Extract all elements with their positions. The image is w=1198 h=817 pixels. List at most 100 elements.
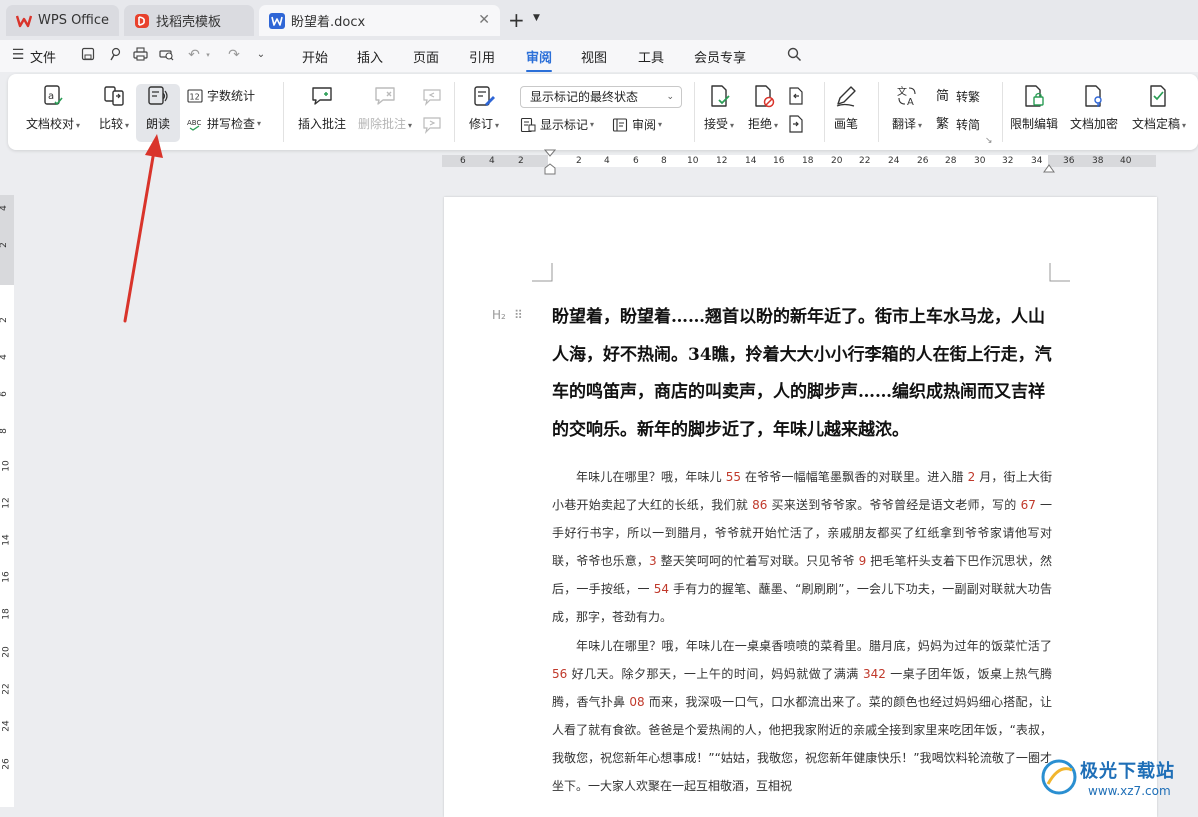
inline-number: 3 <box>649 554 657 568</box>
expand-dialog-icon[interactable]: ↘ <box>985 136 993 146</box>
finalize-button[interactable]: 文档定稿 ▾ <box>1128 84 1190 132</box>
simplified-icon: 繁 <box>936 116 950 132</box>
review-pane-button[interactable]: 审阅 ▾ <box>612 116 662 133</box>
ruler-tick: 10 <box>687 156 699 166</box>
hamburger-icon[interactable]: ☰ <box>10 47 26 63</box>
title-tab-bar: WPS Office 找稻壳模板 盼望着.docx ✕ + ▼ <box>0 0 1198 40</box>
menu-file[interactable]: 文件 <box>30 47 56 66</box>
ruler-tick: 18 <box>802 156 814 166</box>
menu-home[interactable]: 开始 <box>302 47 328 66</box>
ruler-tick: 6 <box>460 156 466 166</box>
ruler-tick: 2 <box>576 156 582 166</box>
reject-button[interactable]: 拒绝 ▾ <box>740 84 786 132</box>
ruler-tick: 16 <box>1 571 12 583</box>
previous-change-icon[interactable] <box>786 86 806 109</box>
menu-insert[interactable]: 插入 <box>357 47 383 66</box>
tab-label: 盼望着.docx <box>291 15 366 30</box>
paragraph-text: 好几天。除夕那天，一上午的时间，妈妈就做了满满 <box>567 667 863 681</box>
doc-check-icon: a <box>44 85 63 106</box>
print-icon[interactable] <box>132 47 148 63</box>
track-changes-button[interactable]: 修订 ▾ <box>460 84 508 132</box>
compare-button[interactable]: 比较 ▾ <box>94 84 134 132</box>
format-painter-icon[interactable] <box>107 47 123 63</box>
menu-review[interactable]: 审阅 <box>526 47 553 72</box>
menu-member[interactable]: 会员专享 <box>694 47 746 66</box>
delete-comment-button[interactable]: 删除批注 ▾ <box>354 84 416 132</box>
ruler-tick: 4 <box>604 156 610 166</box>
ruler-tick: 38 <box>1092 156 1104 166</box>
site-watermark: 极光下载站 www.xz7.com <box>1040 752 1198 807</box>
paragraph-text: 买来送到爷爷家。爷爷曾经是语文老师，写的 <box>767 498 1021 512</box>
document-page[interactable]: H₂ ⠿ 盼望着，盼望着……翘首以盼的新年近了。街市上车水马龙，人山人海，好不热… <box>444 197 1157 817</box>
to-simplified-button[interactable]: 繁 转简 <box>936 116 980 133</box>
ruler-tick: 12 <box>1 497 12 509</box>
show-markup-button[interactable]: 显示标记 ▾ <box>520 116 594 133</box>
reject-icon <box>755 85 775 108</box>
ink-button[interactable]: 画笔 <box>828 84 864 132</box>
translate-button[interactable]: 文A 翻译 ▾ <box>884 84 930 132</box>
crop-mark-top-right <box>1049 263 1070 282</box>
spell-check-button[interactable]: ABC 拼写检查 ▾ <box>187 115 261 132</box>
tab-docer-templates[interactable]: 找稻壳模板 <box>124 5 254 36</box>
drag-handle-icon[interactable]: ⠿ <box>514 308 523 322</box>
spell-check-icon: ABC <box>187 116 203 132</box>
restrict-edit-button[interactable]: 限制编辑 <box>1008 84 1060 132</box>
wps-logo-icon <box>16 13 32 29</box>
lock-document-icon <box>1025 85 1044 107</box>
print-preview-icon[interactable] <box>158 47 174 63</box>
ruler-tick: 26 <box>1 758 12 770</box>
save-icon[interactable] <box>80 47 96 63</box>
paragraph-text: 整天笑呵呵的忙着写对联。只见爷爷 <box>656 554 859 568</box>
paragraph-text: 年味儿在哪里？哦，年味儿在一桌桌香喷喷的菜肴里。腊月底，妈妈为过年的饭菜忙活了 <box>576 639 1052 653</box>
heading-paragraph[interactable]: 盼望着，盼望着……翘首以盼的新年近了。街市上车水马龙，人山人海，好不热闹。34瞧… <box>552 299 1052 449</box>
ruler-tick: 20 <box>831 156 843 166</box>
tab-label: WPS Office <box>38 13 110 28</box>
insert-comment-button[interactable]: 插入批注 <box>292 84 352 132</box>
watermark-logo-icon <box>1041 759 1077 795</box>
body-paragraph-2[interactable]: 年味儿在哪里？哦，年味儿在一桌桌香喷喷的菜肴里。腊月底，妈妈为过年的饭菜忙活了 … <box>552 632 1052 800</box>
undo-dropdown-icon[interactable]: ▾ <box>200 47 216 63</box>
doc-check-button[interactable]: a 文档校对 ▾ <box>24 84 82 132</box>
display-state-select[interactable]: 显示标记的最终状态 ⌄ <box>520 86 682 108</box>
translate-icon: 文A <box>897 85 916 108</box>
chevron-down-icon[interactable]: ▼ <box>533 13 540 23</box>
new-tab-plus-icon[interactable]: + <box>508 8 525 32</box>
menu-references[interactable]: 引用 <box>469 47 495 66</box>
finalize-icon <box>1150 85 1166 107</box>
tab-document[interactable]: 盼望着.docx ✕ <box>259 5 500 36</box>
encrypt-button[interactable]: 文档加密 <box>1068 84 1120 132</box>
body-paragraph-1[interactable]: 年味儿在哪里？哦，年味儿 55 在爷爷一幅幅笔墨飘香的对联里。进入腊 2 月，街… <box>552 463 1052 631</box>
ruler-tick: 24 <box>1 720 12 732</box>
more-chevron-down-icon[interactable]: ⌄ <box>253 47 269 63</box>
docer-logo-icon <box>134 13 150 29</box>
menu-page[interactable]: 页面 <box>413 47 439 66</box>
inline-number: 55 <box>725 470 742 484</box>
ruler-tick: 36 <box>1063 156 1075 166</box>
close-icon[interactable]: ✕ <box>478 12 490 28</box>
search-icon[interactable] <box>786 47 802 63</box>
previous-comment-icon[interactable] <box>422 88 442 109</box>
inline-number: 56 <box>552 667 568 681</box>
ruler-tick: 16 <box>773 156 785 166</box>
accept-button[interactable]: 接受 ▾ <box>696 84 742 132</box>
indent-marker-icon[interactable] <box>544 148 556 178</box>
right-indent-marker-icon[interactable] <box>1043 162 1055 174</box>
menu-view[interactable]: 视图 <box>581 47 607 66</box>
ruler-tick: 4 <box>0 354 9 360</box>
ruler-tick: 24 <box>888 156 900 166</box>
next-change-icon[interactable] <box>786 114 806 137</box>
separator <box>878 82 879 142</box>
redo-icon[interactable]: ↷ <box>226 47 242 63</box>
read-aloud-button[interactable]: 朗读 <box>136 84 180 142</box>
next-comment-icon[interactable] <box>422 116 442 137</box>
word-count-button[interactable]: 12 字数统计 <box>187 87 255 104</box>
paragraph-text: 在爷爷一幅幅笔墨飘香的对联里。进入腊 <box>741 470 968 484</box>
separator <box>454 82 455 142</box>
inline-number: 86 <box>752 498 768 512</box>
tab-wps-office[interactable]: WPS Office <box>6 5 119 36</box>
insert-comment-icon <box>312 87 332 105</box>
menu-tools[interactable]: 工具 <box>638 47 664 66</box>
ruler-tick: 6 <box>633 156 639 166</box>
to-traditional-button[interactable]: 简 转繁 <box>936 88 980 105</box>
pen-icon <box>836 86 856 107</box>
